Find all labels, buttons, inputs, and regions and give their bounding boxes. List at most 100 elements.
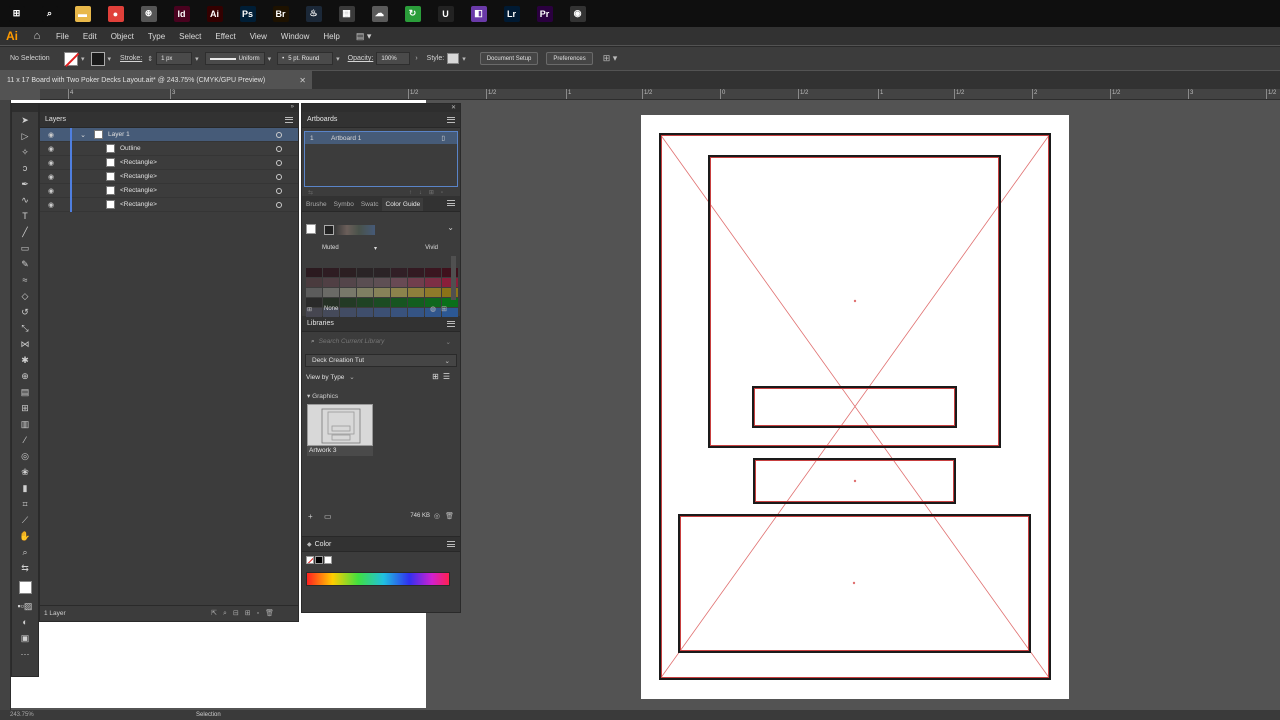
layer-row[interactable]: ◉ <Rectangle> xyxy=(40,169,298,184)
color-variation-swatch[interactable] xyxy=(357,308,373,317)
layers-footer-icons[interactable]: ⇱⌕⊟⊞▫🗑 xyxy=(211,609,280,618)
color-variation-swatch[interactable] xyxy=(391,278,407,287)
panel-menu-icon[interactable] xyxy=(285,116,293,123)
color-panel-title[interactable]: Color xyxy=(315,541,332,548)
color-variation-swatch[interactable] xyxy=(425,268,441,277)
expand-layer-icon[interactable]: ⌄ xyxy=(72,131,94,139)
puppet-warp-tool-icon[interactable]: ✱ xyxy=(12,352,38,368)
blender-icon[interactable]: ⊛ xyxy=(132,0,165,27)
color-variation-swatch[interactable] xyxy=(374,278,390,287)
library-search-input[interactable]: ⌕ Search Current Library ⌄ xyxy=(305,335,457,348)
paintbrush-tool-icon[interactable]: ✎ xyxy=(12,256,38,272)
edit-toolbar-icon[interactable]: ⋯ xyxy=(12,646,38,662)
tab-color-guide[interactable]: Color Guide xyxy=(381,198,424,211)
scale-tool-icon[interactable]: ⤡ xyxy=(12,320,38,336)
home-icon[interactable]: ⌂ xyxy=(30,29,44,43)
stroke-weight-field[interactable]: 1 px xyxy=(156,52,193,65)
black-swatch[interactable] xyxy=(315,556,323,564)
color-variation-swatch[interactable] xyxy=(425,288,441,297)
harmony-swatch-1[interactable] xyxy=(324,225,334,235)
file-explorer-icon[interactable]: ▬ xyxy=(66,0,99,27)
color-variation-swatch[interactable] xyxy=(408,298,424,307)
menu-type[interactable]: Type xyxy=(148,32,165,41)
harmony-dropdown-icon[interactable]: ⌄ xyxy=(447,223,454,232)
color-variation-swatch[interactable] xyxy=(306,268,322,277)
visibility-eye-icon[interactable]: ◉ xyxy=(40,145,62,153)
type-tool-icon[interactable]: T xyxy=(12,208,38,224)
target-circle-icon[interactable] xyxy=(276,173,282,180)
close-tab-icon[interactable]: ✕ xyxy=(299,76,306,85)
artboard-footer-icons[interactable]: ↑↓⊞▫ xyxy=(409,189,450,196)
brush-dropdown-icon[interactable]: ▾ xyxy=(336,55,340,63)
color-variation-swatch[interactable] xyxy=(340,268,356,277)
photoshop-icon[interactable]: Ps xyxy=(231,0,264,27)
eyedropper-tool-icon[interactable]: ⁄ xyxy=(12,432,38,448)
color-variation-swatch[interactable] xyxy=(391,308,407,317)
color-spectrum-bar[interactable] xyxy=(306,572,450,586)
bridge-icon[interactable]: Br xyxy=(264,0,297,27)
visibility-eye-icon[interactable]: ◉ xyxy=(40,201,62,209)
shape-builder-tool-icon[interactable]: ⊕ xyxy=(12,368,38,384)
hand-tool-icon[interactable]: ✋ xyxy=(12,528,38,544)
curvature-tool-icon[interactable]: ∿ xyxy=(12,192,38,208)
layer-row[interactable]: ◉ Outline xyxy=(40,141,298,156)
color-variation-swatch[interactable] xyxy=(391,298,407,307)
layer-row[interactable]: ◉ <Rectangle> xyxy=(40,155,298,170)
document-tab[interactable]: 11 x 17 Board with Two Poker Decks Layou… xyxy=(0,71,312,89)
library-item-card[interactable]: Artwork 3 xyxy=(307,404,373,456)
color-variation-swatch[interactable] xyxy=(357,298,373,307)
menu-effect[interactable]: Effect xyxy=(215,32,235,41)
color-variation-swatch[interactable] xyxy=(374,298,390,307)
menu-help[interactable]: Help xyxy=(323,32,339,41)
target-circle-icon[interactable] xyxy=(276,201,282,208)
symbol-sprayer-tool-icon[interactable]: ❀ xyxy=(12,464,38,480)
artboards-panel-title[interactable]: Artboards xyxy=(307,116,337,123)
add-content-icon[interactable]: + xyxy=(308,512,313,521)
folder-icon[interactable]: ▭ xyxy=(324,512,332,521)
magic-wand-tool-icon[interactable]: ✧ xyxy=(12,144,38,160)
visibility-eye-icon[interactable]: ◉ xyxy=(40,187,62,195)
artboard-tool-icon[interactable]: ⌗ xyxy=(12,496,38,512)
layer-row[interactable]: ◉ <Rectangle> xyxy=(40,197,298,212)
current-tool-status[interactable]: Selection xyxy=(196,712,221,718)
stroke-stepper-icon[interactable]: ⇕ xyxy=(147,55,153,63)
color-variation-swatch[interactable] xyxy=(340,278,356,287)
fill-swatch[interactable] xyxy=(64,51,78,66)
panel-menu-icon[interactable] xyxy=(447,116,455,123)
target-circle-icon[interactable] xyxy=(276,131,282,138)
dock-grip[interactable]: ✕ xyxy=(302,104,460,112)
color-variation-swatch[interactable] xyxy=(340,288,356,297)
graphics-section-toggle[interactable]: ▾ Graphics xyxy=(307,392,338,400)
steam-icon[interactable]: ♨ xyxy=(297,0,330,27)
color-variation-swatch[interactable] xyxy=(306,278,322,287)
opacity-label[interactable]: Opacity: xyxy=(348,55,374,62)
layers-panel-grip[interactable]: » xyxy=(40,104,298,112)
line-tool-icon[interactable]: ╱ xyxy=(12,224,38,240)
color-variation-swatch[interactable] xyxy=(323,268,339,277)
graphic-style-swatch[interactable] xyxy=(447,53,460,64)
direct-selection-tool-icon[interactable]: ▷ xyxy=(12,128,38,144)
selection-tool-icon[interactable]: ➤ xyxy=(12,112,38,128)
visibility-eye-icon[interactable]: ◉ xyxy=(40,131,62,139)
color-variation-swatch[interactable] xyxy=(408,268,424,277)
panel-menu-icon[interactable] xyxy=(447,200,455,206)
grid-list-view-icons[interactable]: ⊞☰ xyxy=(432,372,454,381)
indesign-icon[interactable]: Id xyxy=(165,0,198,27)
collapse-icon[interactable]: » xyxy=(291,104,294,112)
green-app-icon[interactable]: ↻ xyxy=(396,0,429,27)
edit-colors-icon[interactable]: ⊞ xyxy=(307,306,312,313)
stroke-swatch[interactable] xyxy=(90,51,105,66)
document-setup-button[interactable]: Document Setup xyxy=(479,52,539,65)
opacity-arrow-icon[interactable]: › xyxy=(415,55,417,62)
color-variation-swatch[interactable] xyxy=(323,278,339,287)
menu-view[interactable]: View xyxy=(250,32,267,41)
color-mode-icon[interactable]: ▪▫▨ xyxy=(12,598,38,614)
calculator-icon[interactable]: ▦ xyxy=(330,0,363,27)
layers-panel-title[interactable]: Layers xyxy=(45,116,66,123)
zoom-level[interactable]: 243.75% xyxy=(10,712,34,718)
menu-window[interactable]: Window xyxy=(281,32,309,41)
tools-panel-header[interactable] xyxy=(12,104,38,112)
visibility-eye-icon[interactable]: ◉ xyxy=(40,159,62,167)
visibility-eye-icon[interactable]: ◉ xyxy=(40,173,62,181)
graph-tool-icon[interactable]: ▮ xyxy=(12,480,38,496)
